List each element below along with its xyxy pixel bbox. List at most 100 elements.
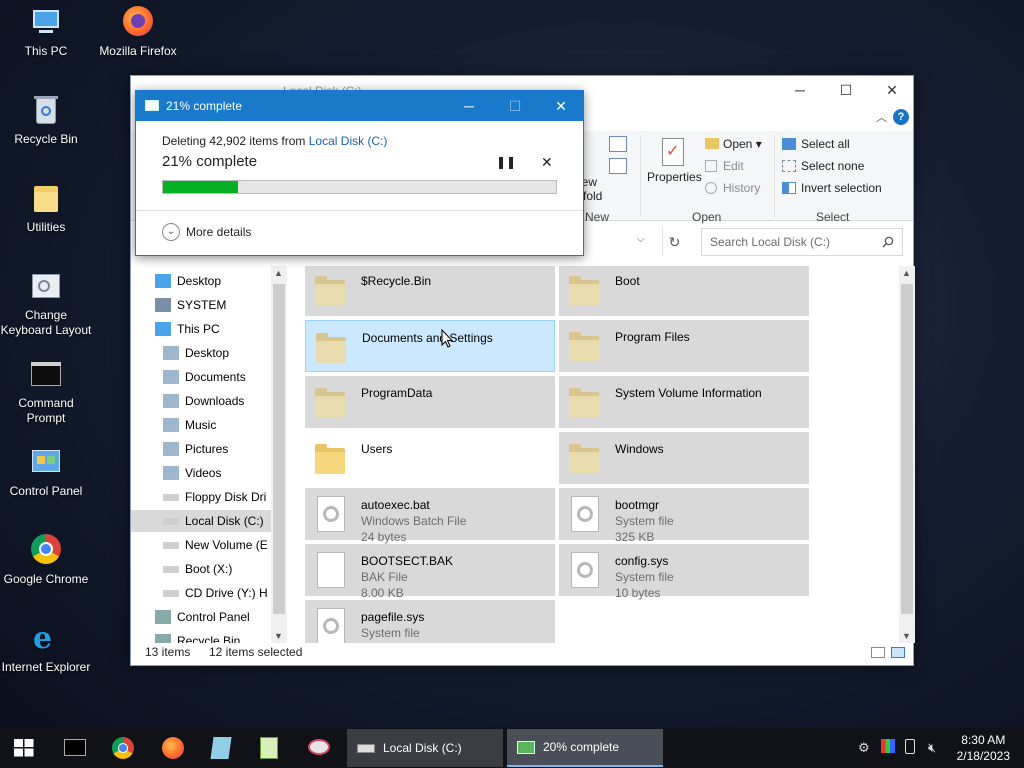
- nav-item-label: Videos: [185, 466, 222, 480]
- taskbar-cmd[interactable]: [52, 728, 96, 768]
- nav-scrollbar[interactable]: ▲ ▼: [271, 266, 287, 643]
- file-item[interactable]: BOOTSECT.BAK BAK File 8.00 KB: [305, 544, 555, 600]
- nav-item[interactable]: New Volume (E: [131, 534, 271, 556]
- invert-selection-button[interactable]: Invert selection: [782, 181, 882, 195]
- taskbar-window-progress[interactable]: 20% complete: [507, 729, 663, 767]
- nav-item[interactable]: Local Disk (C:): [131, 510, 271, 532]
- desktop-icon-keyboard-layout[interactable]: Change Keyboard Layout: [0, 270, 92, 338]
- folder-item[interactable]: System Volume Information: [559, 376, 809, 428]
- scroll-up-icon[interactable]: ▲: [274, 268, 283, 278]
- taskbar-firefox[interactable]: [150, 728, 194, 768]
- nav-item[interactable]: Downloads: [131, 390, 271, 412]
- properties-button[interactable]: ✓ Properties: [647, 136, 702, 184]
- nav-item-label: Control Panel: [177, 610, 250, 624]
- nav-scrollbar-thumb[interactable]: [273, 284, 285, 614]
- start-button[interactable]: [0, 728, 48, 768]
- scroll-down-icon[interactable]: ▼: [902, 631, 911, 641]
- file-item[interactable]: pagefile.sys System file: [305, 600, 555, 643]
- nav-item-icon: [163, 418, 179, 432]
- select-none-button[interactable]: Select none: [782, 159, 864, 173]
- taskbar-app-tool[interactable]: [296, 728, 342, 768]
- content-scrollbar[interactable]: ▲ ▼: [899, 266, 915, 643]
- nav-item[interactable]: Documents: [131, 366, 271, 388]
- select-all-button[interactable]: Select all: [782, 137, 850, 151]
- folder-icon: [565, 382, 603, 422]
- desktop-icon-utilities[interactable]: Utilities: [0, 182, 92, 235]
- scroll-down-icon[interactable]: ▼: [274, 631, 283, 641]
- nav-item[interactable]: CD Drive (Y:) H: [131, 582, 271, 604]
- folder-item[interactable]: Program Files: [559, 320, 809, 372]
- search-input[interactable]: Search Local Disk (C:): [701, 228, 903, 256]
- content-scrollbar-thumb[interactable]: [901, 284, 913, 614]
- new-item-icon[interactable]: [609, 136, 627, 152]
- pause-icon[interactable]: ❚❚: [496, 155, 516, 169]
- nav-item[interactable]: Desktop: [131, 342, 271, 364]
- file-item[interactable]: bootmgr System file 325 KB: [559, 488, 809, 544]
- file-item[interactable]: autoexec.bat Windows Batch File 24 bytes: [305, 488, 555, 544]
- desktop-icon-chrome[interactable]: Google Chrome: [0, 534, 92, 587]
- nav-item[interactable]: Pictures: [131, 438, 271, 460]
- desktop-icon-command-prompt[interactable]: Command Prompt: [0, 358, 92, 426]
- nav-item[interactable]: SYSTEM: [131, 294, 271, 316]
- folder-item[interactable]: $Recycle.Bin: [305, 266, 555, 316]
- collapse-ribbon-icon[interactable]: ︿: [876, 109, 887, 125]
- nav-item[interactable]: Control Panel: [131, 606, 271, 628]
- taskbar-app-notes[interactable]: [198, 728, 242, 768]
- nav-item[interactable]: This PC: [131, 318, 271, 340]
- dialog-close-button[interactable]: ✕: [538, 91, 584, 121]
- cancel-operation-icon[interactable]: ✕: [541, 154, 553, 171]
- taskbar-chrome[interactable]: [100, 728, 144, 768]
- desktop-icon-control-panel[interactable]: Control Panel: [0, 446, 92, 499]
- close-button[interactable]: ✕: [869, 76, 915, 104]
- address-dropdown-icon[interactable]: ⌵: [637, 234, 645, 245]
- desktop-icon-this-pc[interactable]: This PC: [0, 6, 92, 59]
- item-text: ProgramData: [361, 382, 432, 401]
- history-button[interactable]: History: [705, 181, 760, 195]
- item-text: System Volume Information: [615, 382, 762, 401]
- nav-item[interactable]: Boot (X:): [131, 558, 271, 580]
- nav-item[interactable]: Music: [131, 414, 271, 436]
- help-icon[interactable]: ?: [893, 109, 909, 125]
- desktop-icon-recycle-bin[interactable]: Recycle Bin: [0, 94, 92, 147]
- folder-item[interactable]: Boot: [559, 266, 809, 316]
- nav-item-label: Floppy Disk Dri: [185, 490, 267, 504]
- item-name: Windows: [615, 442, 664, 456]
- nav-item[interactable]: Floppy Disk Dri: [131, 486, 271, 508]
- network-tray-icon[interactable]: ⚙: [858, 740, 870, 756]
- desktop-icon-internet-explorer[interactable]: e Internet Explorer: [0, 622, 92, 675]
- more-details-button[interactable]: ⌄ More details: [162, 223, 251, 241]
- maximize-button[interactable]: ☐: [823, 76, 869, 104]
- display-tray-icon[interactable]: [881, 739, 895, 753]
- nav-item-icon: [163, 517, 179, 525]
- minimize-button[interactable]: ─: [777, 76, 823, 104]
- folder-item[interactable]: Users: [305, 432, 555, 484]
- details-view-icon[interactable]: [871, 647, 885, 658]
- new-folder-button[interactable]: New folder: [583, 175, 603, 206]
- folder-item[interactable]: Windows: [559, 432, 809, 484]
- clock[interactable]: 8:30 AM 2/18/2023: [957, 732, 1010, 764]
- volume-muted-icon[interactable]: 🔇︎: [928, 740, 936, 756]
- refresh-button[interactable]: ↻: [662, 228, 686, 256]
- desktop-icon-firefox[interactable]: Mozilla Firefox: [92, 6, 184, 59]
- taskbar-window-explorer[interactable]: Local Disk (C:): [347, 729, 503, 767]
- easy-access-icon[interactable]: [609, 158, 627, 174]
- folder-item[interactable]: ProgramData: [305, 376, 555, 428]
- edit-button[interactable]: Edit: [705, 159, 744, 173]
- open-button[interactable]: Open ▾: [705, 137, 762, 151]
- file-icon: [311, 606, 349, 643]
- file-item[interactable]: config.sys System file 10 bytes: [559, 544, 809, 600]
- ribbon-group-select: Select: [816, 210, 850, 224]
- taskbar-app-editor[interactable]: [246, 728, 290, 768]
- tiles-view-icon[interactable]: [891, 647, 905, 658]
- dialog-minimize-button[interactable]: ─: [446, 91, 492, 121]
- usb-tray-icon[interactable]: [905, 739, 915, 754]
- nav-item-icon: [163, 589, 179, 597]
- source-link[interactable]: Local Disk (C:): [309, 134, 388, 148]
- nav-item[interactable]: Desktop: [131, 270, 271, 292]
- folder-item[interactable]: Documents and Settings: [305, 320, 555, 372]
- scroll-up-icon[interactable]: ▲: [902, 268, 911, 278]
- nav-item[interactable]: Videos: [131, 462, 271, 484]
- dialog-maximize-button[interactable]: ☐: [492, 91, 538, 121]
- control-panel-icon: [29, 446, 63, 480]
- dialog-titlebar[interactable]: 21% complete ─ ☐ ✕: [136, 91, 583, 121]
